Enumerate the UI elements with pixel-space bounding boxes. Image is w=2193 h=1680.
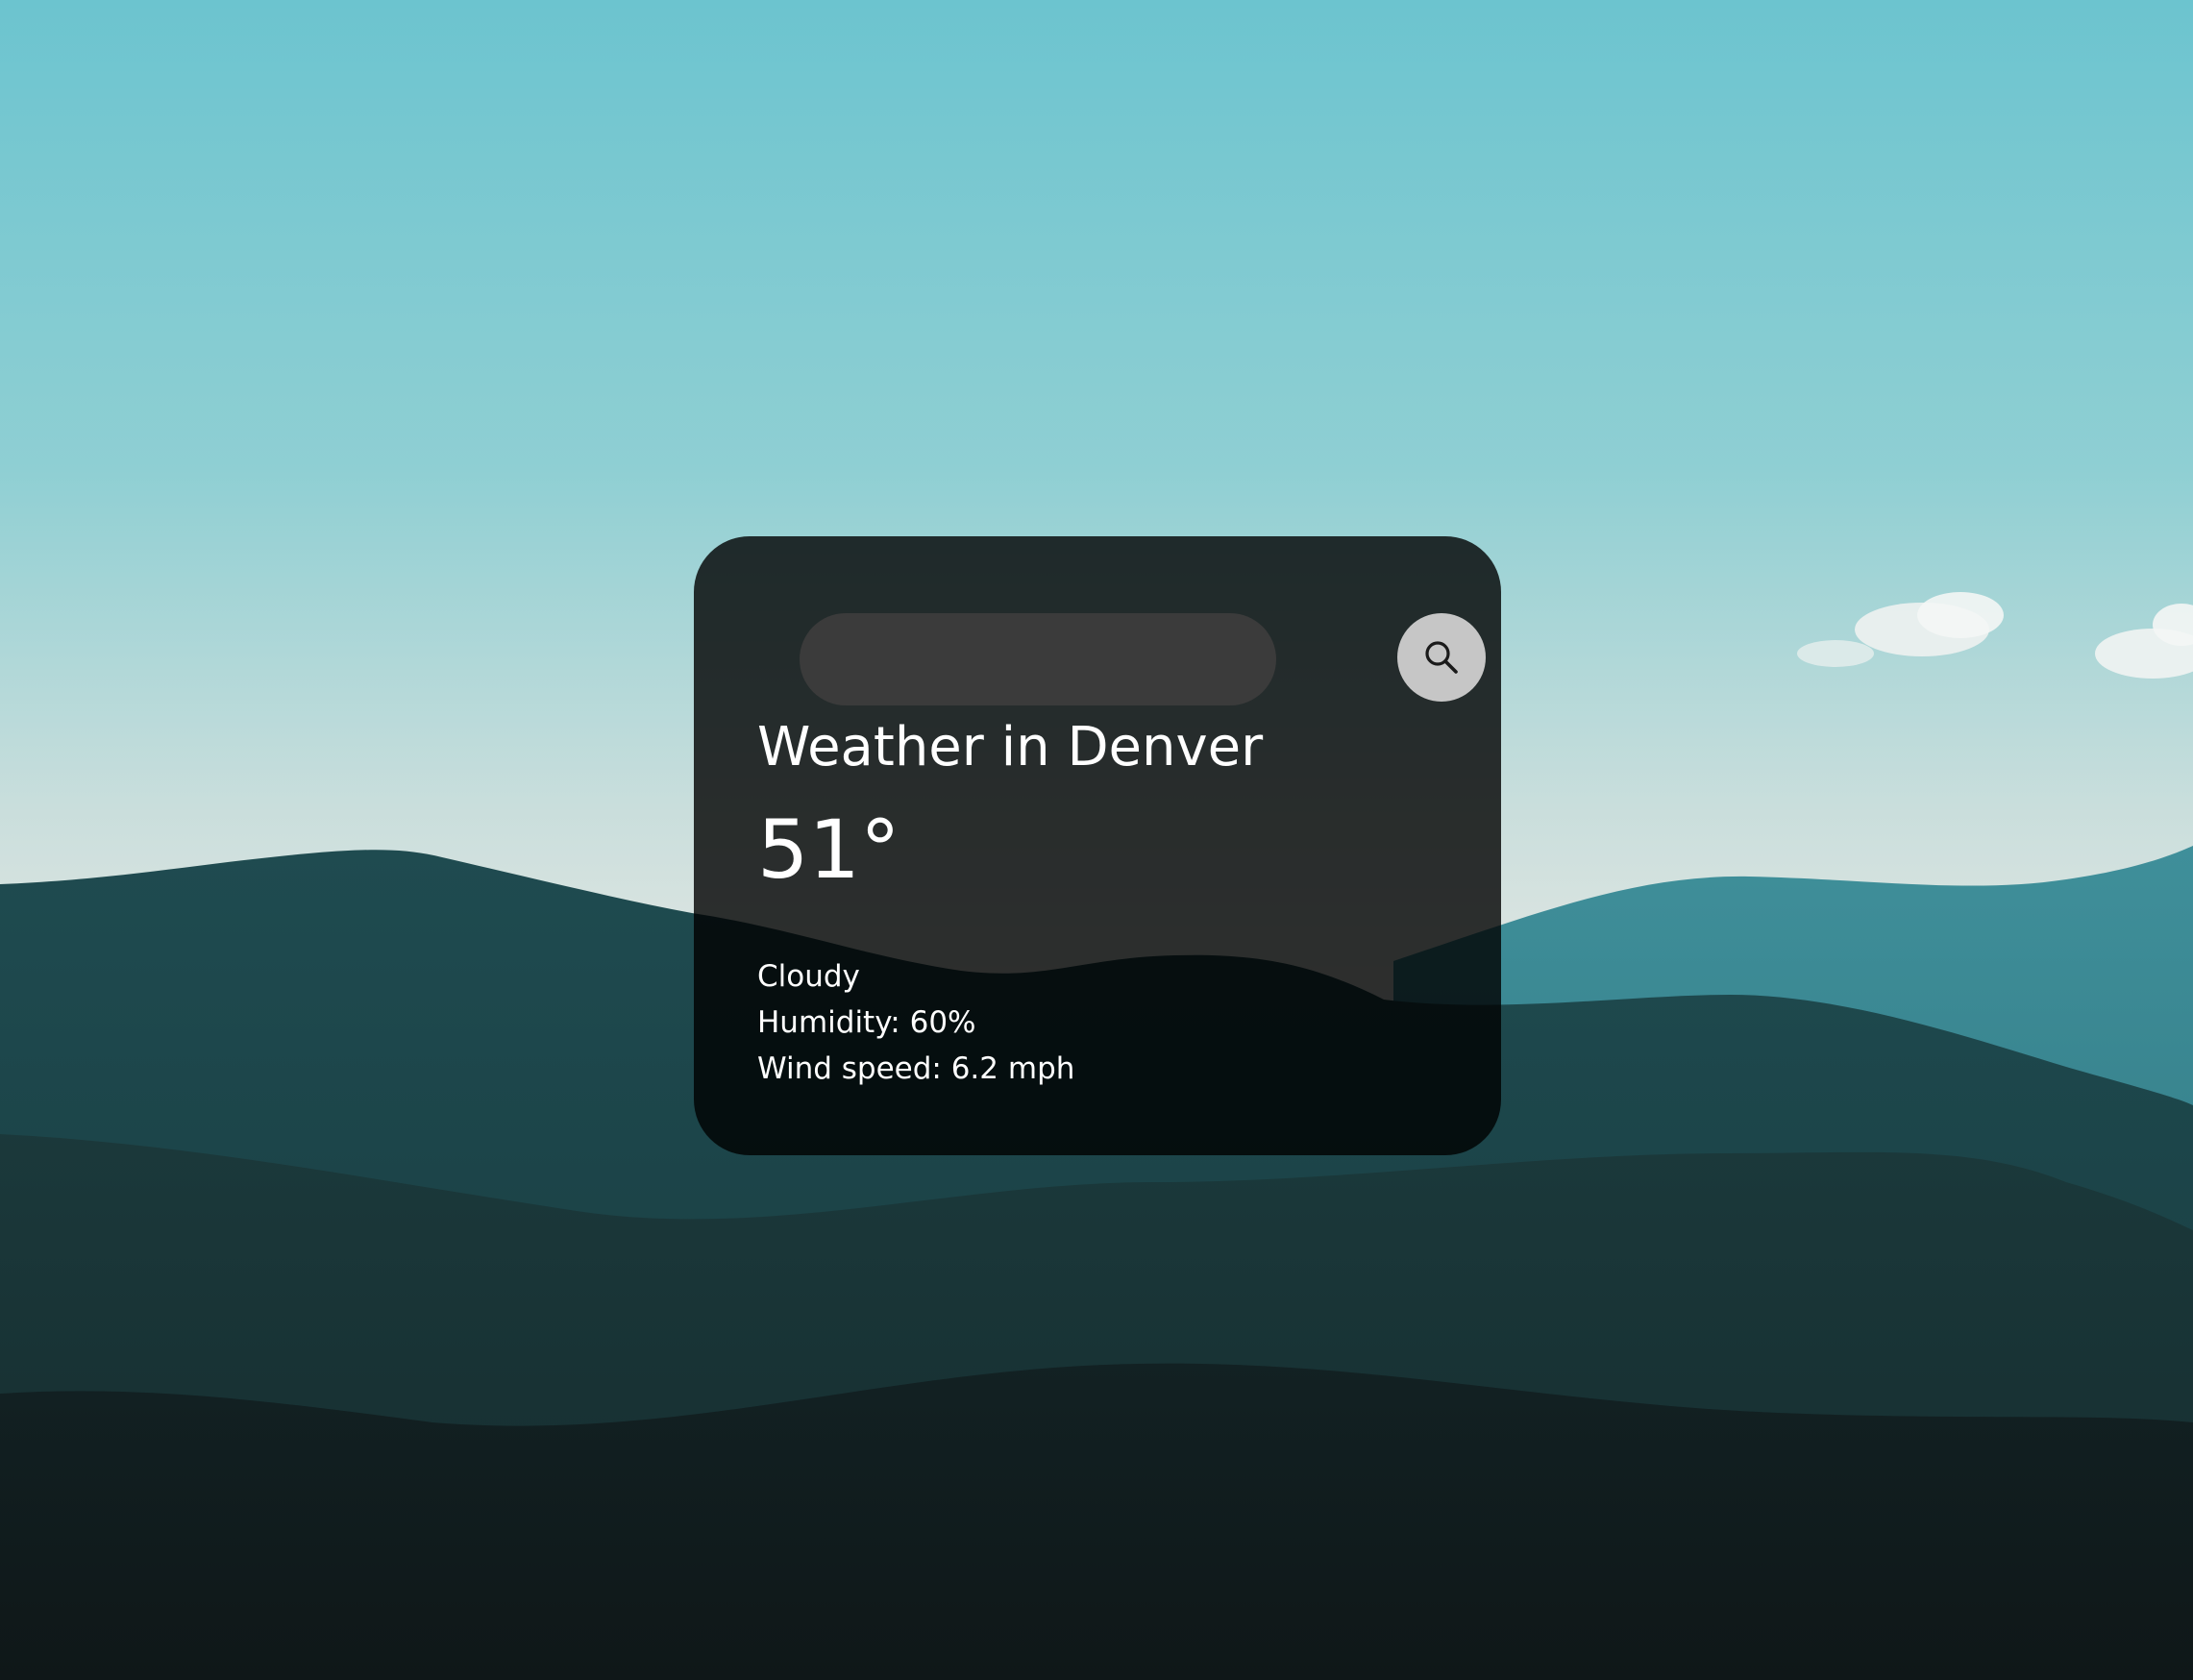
weather-description: Cloudy [757, 959, 860, 994]
search-input[interactable] [800, 613, 1276, 705]
search-bar [800, 613, 1486, 705]
temperature: 51° [757, 803, 900, 897]
search-button[interactable] [1397, 613, 1486, 702]
weather-details: Cloudy Humidity: 60% Wind speed: 6.2 mph [757, 953, 1074, 1092]
city-heading: Weather in Denver [757, 716, 1264, 778]
wind-speed-text: Wind speed: 6.2 mph [757, 1051, 1075, 1086]
weather-card: Weather in Denver 51° Cloudy Humidity: 6… [694, 536, 1501, 1155]
search-icon [1425, 641, 1458, 674]
humidity-text: Humidity: 60% [757, 1005, 976, 1040]
